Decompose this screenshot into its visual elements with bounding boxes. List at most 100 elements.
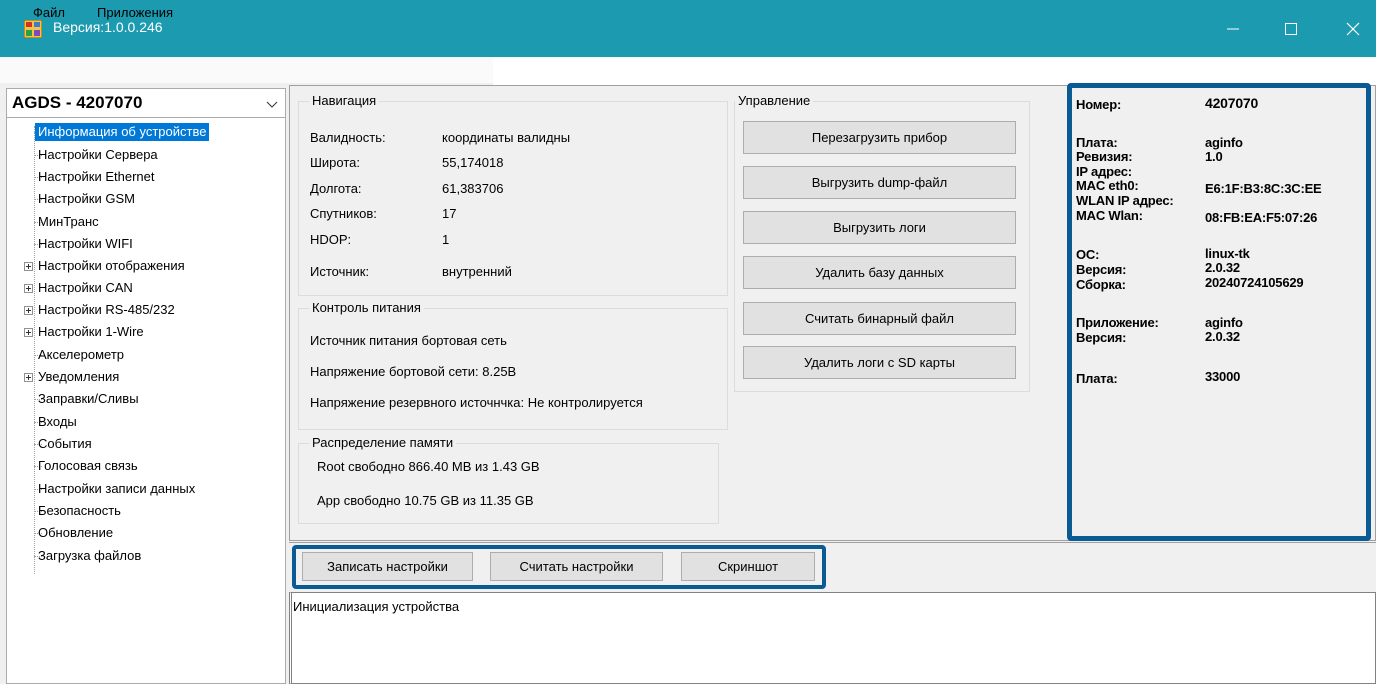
satellites-value: 17 — [442, 206, 457, 221]
chevron-down-icon — [266, 101, 278, 108]
board-label: Плата: — [1076, 135, 1118, 150]
menu-strip-area — [493, 57, 1376, 85]
app-icon — [23, 19, 43, 39]
mac-eth-label: MAC eth0: — [1076, 178, 1139, 193]
hdop-label: HDOP: — [310, 232, 352, 247]
read-binary-file-button[interactable]: Считать бинарный файл — [743, 302, 1016, 335]
build-label: Сборка: — [1076, 277, 1126, 292]
tree-item-refuel[interactable]: Заправки/Сливы — [35, 390, 142, 408]
tree-item-device-info[interactable]: Информация об устройстве — [35, 123, 210, 141]
tree-item-voice[interactable]: Голосовая связь — [35, 457, 141, 475]
tree-item-mintrans[interactable]: МинТранс — [35, 213, 102, 231]
write-settings-button[interactable]: Записать настройки — [302, 552, 473, 581]
settings-tree[interactable]: Информация об устройстве Настройки Серве… — [6, 118, 286, 684]
power-group: Контроль питания Источник питания бортов… — [298, 300, 728, 430]
app-version-label: Версия: — [1076, 330, 1127, 345]
tree-item-ethernet[interactable]: Настройки Ethernet — [35, 168, 158, 186]
board2-value: 33000 — [1205, 369, 1241, 384]
tree-item-can[interactable]: Настройки CAN — [35, 279, 136, 297]
export-dump-button[interactable]: Выгрузить dump-файл — [743, 166, 1016, 199]
tree-item-rs485[interactable]: Настройки RS-485/232 — [35, 301, 178, 319]
tree-item-update[interactable]: Обновление — [35, 524, 116, 542]
expand-icon[interactable] — [24, 373, 33, 382]
os-version-value: 2.0.32 — [1205, 260, 1240, 275]
number-label: Номер: — [1076, 97, 1122, 112]
os-version-label: Версия: — [1076, 262, 1127, 277]
delete-database-button[interactable]: Удалить базу данных — [743, 256, 1016, 289]
tree-item-1wire[interactable]: Настройки 1-Wire — [35, 323, 147, 341]
mac-wlan-value: 08:FB:EA:F5:07:26 — [1205, 210, 1318, 225]
window-title: Версия:1.0.0.246 — [53, 19, 163, 35]
navigation-group-title: Навигация — [309, 93, 380, 108]
navigation-group: Навигация Валидность: координаты валидны… — [298, 93, 728, 296]
board-value: aginfo — [1205, 135, 1243, 150]
expand-icon[interactable] — [24, 284, 33, 293]
close-icon — [1346, 22, 1360, 35]
onboard-voltage: Напряжение бортовой сети: 8.25В — [310, 364, 517, 379]
memory-group-title: Распределение памяти — [309, 435, 457, 450]
menu-file[interactable]: Файл — [33, 5, 65, 20]
backup-voltage: Напряжение резервного источнчка: Не конт… — [310, 395, 643, 410]
maximize-button[interactable] — [1268, 0, 1314, 57]
control-group: Управление Перезагрузить прибор Выгрузит… — [734, 93, 1030, 392]
tree-item-server[interactable]: Настройки Сервера — [35, 146, 161, 164]
tree-item-events[interactable]: События — [35, 435, 95, 453]
validity-label: Валидность: — [310, 130, 386, 145]
control-group-title: Управление — [735, 93, 814, 108]
read-settings-button[interactable]: Считать настройки — [490, 552, 663, 581]
tree-item-data-recording[interactable]: Настройки записи данных — [35, 480, 198, 498]
source-value: внутренний — [442, 264, 512, 279]
log-output[interactable]: Инициализация устройства — [289, 592, 1376, 684]
latitude-value: 55,174018 — [442, 155, 504, 170]
tree-item-wifi[interactable]: Настройки WIFI — [35, 235, 136, 253]
screenshot-button[interactable]: Скриншот — [681, 552, 815, 581]
device-details-panel: Номер: 4207070 Плата: aginfo Ревизия: 1.… — [1067, 83, 1371, 541]
maximize-icon — [1285, 22, 1297, 35]
mac-wlan-label: MAC Wlan: — [1076, 208, 1143, 223]
latitude-label: Широта: — [310, 155, 361, 170]
expand-icon[interactable] — [24, 306, 33, 315]
board2-label: Плата: — [1076, 371, 1118, 386]
build-value: 20240724105629 — [1205, 275, 1304, 290]
app-label: Приложение: — [1076, 315, 1159, 330]
ip-label: IP адрес: — [1076, 164, 1132, 179]
wlan-ip-label: WLAN IP адрес: — [1076, 193, 1174, 208]
mac-eth-value: E6:1F:B3:8C:3C:EE — [1205, 181, 1322, 196]
log-text: Инициализация устройства — [293, 599, 460, 614]
tree-item-inputs[interactable]: Входы — [35, 413, 80, 431]
device-select-value: AGDS - 4207070 — [12, 93, 143, 112]
device-select[interactable]: AGDS - 4207070 — [6, 88, 286, 118]
tree-item-notifications[interactable]: Уведомления — [35, 368, 122, 386]
root-memory: Root свободно 866.40 MB из 1.43 GB — [317, 459, 540, 474]
source-label: Источник: — [310, 264, 370, 279]
tree-item-security[interactable]: Безопасность — [35, 502, 124, 520]
app-value: aginfo — [1205, 315, 1243, 330]
menu-apps[interactable]: Приложения — [97, 5, 173, 20]
delete-sd-logs-button[interactable]: Удалить логи с SD карты — [743, 346, 1016, 379]
os-label: ОС: — [1076, 247, 1100, 262]
validity-value: координаты валидны — [442, 130, 571, 145]
expand-icon[interactable] — [24, 262, 33, 271]
tree-item-gsm[interactable]: Настройки GSM — [35, 190, 138, 208]
expand-icon[interactable] — [24, 328, 33, 337]
app-memory: App свободно 10.75 GB из 11.35 GB — [317, 493, 534, 508]
tree-item-file-upload[interactable]: Загрузка файлов — [35, 547, 144, 565]
os-value: linux-tk — [1205, 246, 1250, 261]
revision-label: Ревизия: — [1076, 149, 1133, 164]
tree-item-display[interactable]: Настройки отображения — [35, 257, 188, 275]
minimize-icon — [1227, 28, 1239, 29]
longitude-label: Долгота: — [310, 181, 362, 196]
power-group-title: Контроль питания — [309, 300, 424, 315]
tree-item-accelerometer[interactable]: Акселерометр — [35, 346, 127, 364]
satellites-label: Спутников: — [310, 206, 377, 221]
reboot-device-button[interactable]: Перезагрузить прибор — [743, 121, 1016, 154]
power-source: Источник питания бортовая сеть — [310, 333, 507, 348]
app-version-value: 2.0.32 — [1205, 329, 1240, 344]
number-value: 4207070 — [1205, 95, 1259, 111]
title-bar[interactable] — [0, 0, 1376, 57]
memory-group: Распределение памяти Root свободно 866.4… — [298, 435, 719, 524]
export-logs-button[interactable]: Выгрузить логи — [743, 211, 1016, 244]
minimize-button[interactable] — [1210, 0, 1256, 57]
close-button[interactable] — [1330, 0, 1376, 57]
revision-value: 1.0 — [1205, 149, 1223, 164]
